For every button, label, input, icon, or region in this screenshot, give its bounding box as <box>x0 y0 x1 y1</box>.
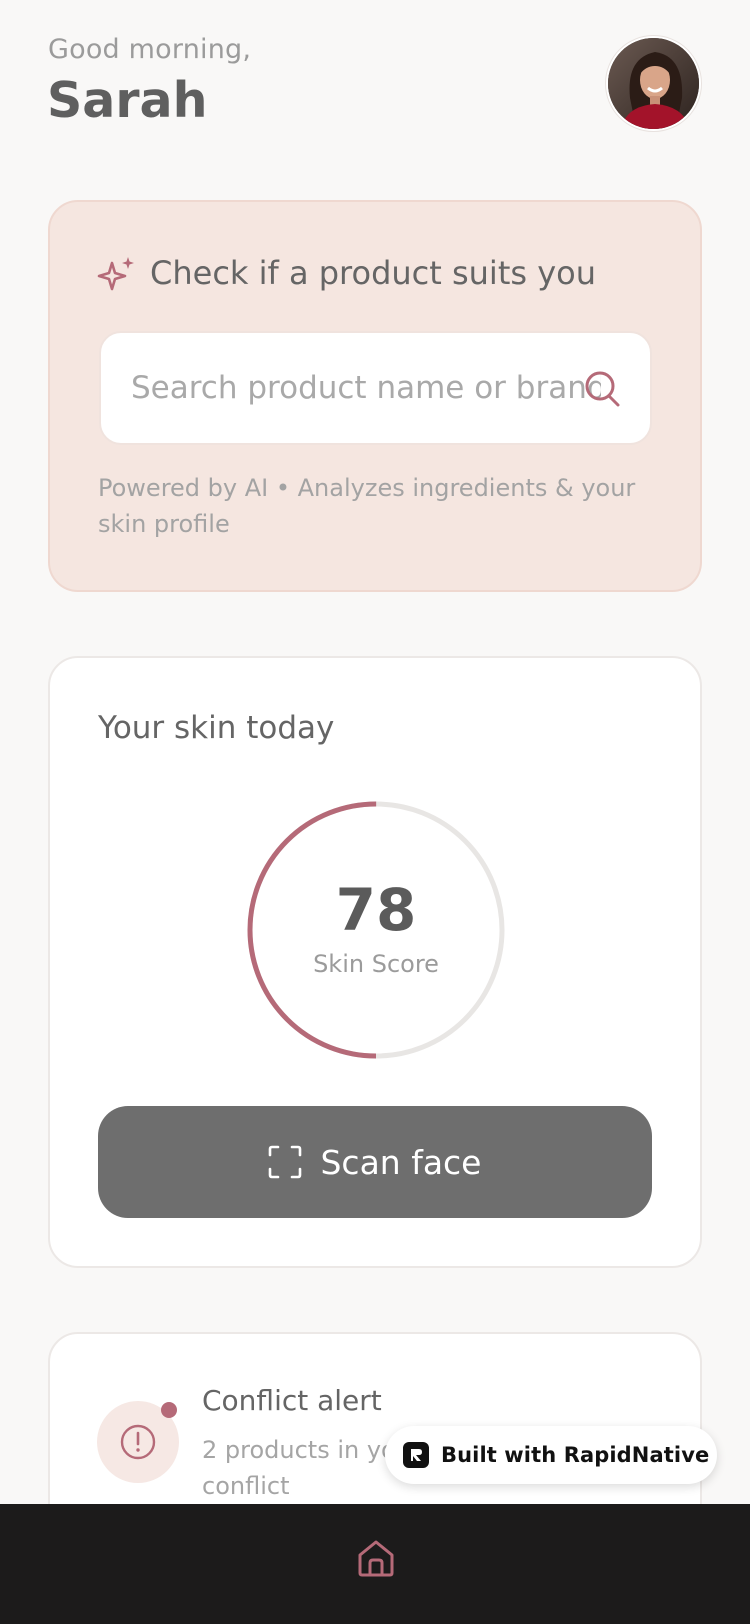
search-icon[interactable] <box>583 369 623 409</box>
alert-circle-icon <box>120 1424 156 1460</box>
rapidnative-logo-icon <box>403 1442 429 1468</box>
home-icon[interactable] <box>355 1537 397 1579</box>
skin-score-value: 78 <box>335 876 417 944</box>
ai-powered-note: Powered by AI • Analyzes ingredients & y… <box>98 474 636 538</box>
avatar-image <box>608 38 699 129</box>
search-input[interactable] <box>131 333 601 443</box>
avatar[interactable] <box>606 36 701 131</box>
built-with-badge[interactable]: Built with RapidNative <box>385 1426 717 1484</box>
skin-card-title: Your skin today <box>98 710 335 746</box>
scan-face-button[interactable]: Scan face <box>98 1106 652 1218</box>
product-check-title: Check if a product suits you <box>150 254 596 292</box>
badge-label: Built with RapidNative <box>441 1443 710 1467</box>
search-field[interactable] <box>99 331 652 445</box>
notification-dot <box>161 1402 177 1418</box>
sparkle-icon <box>97 257 134 291</box>
scan-face-label: Scan face <box>320 1142 482 1182</box>
greeting-text: Good morning, <box>48 34 252 65</box>
conflict-title: Conflict alert <box>202 1384 382 1417</box>
skin-score-label: Skin Score <box>313 950 439 978</box>
user-name: Sarah <box>47 72 208 129</box>
scan-frame-icon <box>269 1145 302 1179</box>
